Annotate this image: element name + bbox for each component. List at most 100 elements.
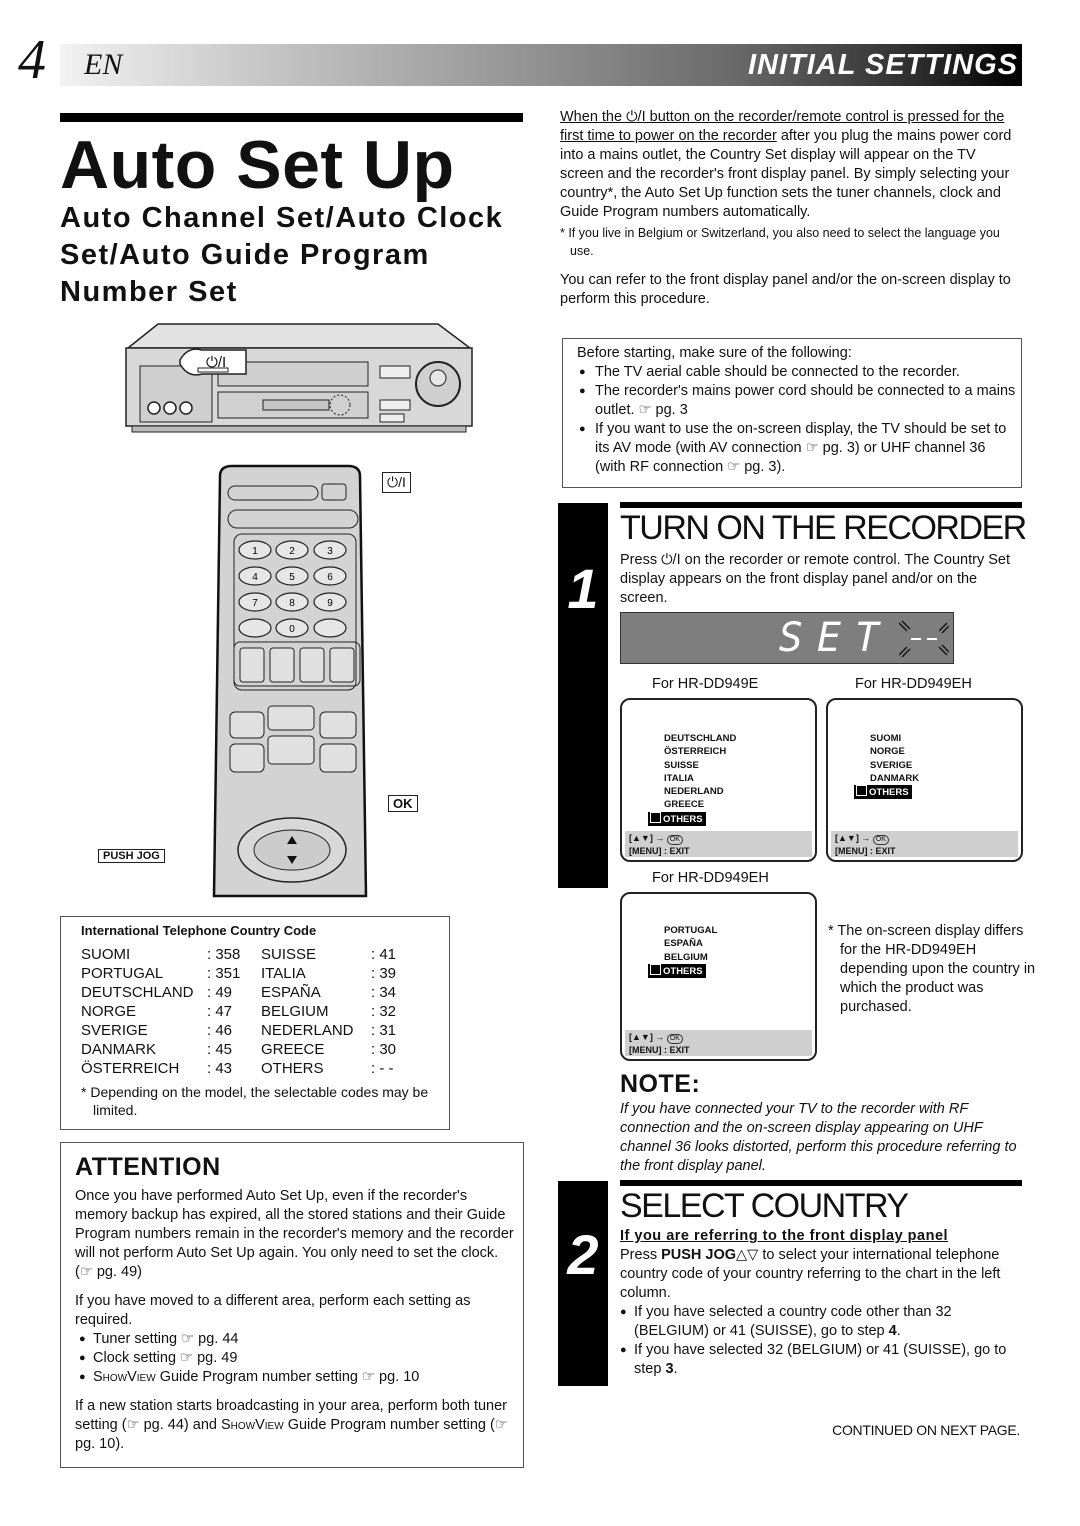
title-rule — [60, 113, 523, 122]
step-2-instruction: Press PUSH JOG△▽ to select your internat… — [620, 1247, 1001, 1301]
country-name: ÖSTERREICH — [81, 1060, 180, 1077]
osd-country-list: SUOMI NORGE SVERIGE DANMARK OTHERS — [854, 732, 919, 800]
svg-text:9: 9 — [327, 598, 333, 609]
step-2-item: If you have selected a country code othe… — [620, 1303, 1022, 1341]
step-1-text: Press ⏻/I on the recorder or remote cont… — [620, 552, 1010, 606]
osd-screen-3: PORTUGAL ESPAÑA BELGIUM OTHERS [▲▼] → OK… — [620, 892, 817, 1061]
attention-item: Clock setting ☞ pg. 49 — [75, 1349, 515, 1368]
before-starting-list: The TV aerial cable should be connected … — [577, 363, 1017, 477]
attention-item: ShowView Guide Program number setting ☞ … — [75, 1368, 515, 1387]
country-code-row: PORTUGAL: 351 ITALIA: 39 — [81, 964, 396, 983]
step-2-subheading: If you are referring to the front displa… — [620, 1228, 949, 1244]
svg-text:6: 6 — [327, 572, 333, 583]
osd-country-list: DEUTSCHLAND ÖSTERREICH SUISSE ITALIA NED… — [648, 732, 736, 827]
vcr-illustration — [125, 323, 473, 433]
osd-label-2: For HR-DD949EH — [855, 676, 972, 692]
osd-screen-1: DEUTSCHLAND ÖSTERREICH SUISSE ITALIA NED… — [620, 698, 817, 862]
svg-text:1: 1 — [252, 546, 258, 557]
country-code: : 39 — [371, 965, 397, 982]
country-code: : 32 — [371, 1003, 397, 1020]
push-jog-term: PUSH JOG — [661, 1247, 737, 1263]
note-text: If you have connected your TV to the rec… — [620, 1101, 1017, 1174]
svg-text:2: 2 — [289, 546, 295, 557]
country-code: : 41 — [371, 946, 397, 963]
osd-country: PORTUGAL — [664, 925, 718, 936]
country-code-heading: International Telephone Country Code — [81, 923, 317, 938]
osd-selected-item[interactable]: OTHERS — [854, 785, 912, 800]
step-2-text: If you are referring to the front displa… — [620, 1227, 1022, 1379]
country-name: DEUTSCHLAND — [81, 984, 194, 1001]
page-language: EN — [84, 48, 123, 81]
pointer-icon — [856, 785, 867, 797]
osd-footer: [▲▼] → OK [MENU] : EXIT — [625, 831, 812, 857]
country-code: : 351 — [207, 965, 241, 982]
push-jog-callout: PUSH JOG — [98, 849, 165, 863]
step-1-title: TURN ON THE RECORDER — [620, 509, 1027, 547]
osd-country-list: PORTUGAL ESPAÑA BELGIUM OTHERS — [648, 924, 718, 979]
page-title: Auto Set Up — [60, 127, 455, 203]
country-name: SVERIGE — [81, 1022, 148, 1039]
country-code: : 34 — [371, 984, 397, 1001]
attention-para-1: Once you have performed Auto Set Up, eve… — [75, 1188, 514, 1280]
osd-country: SUISSE — [664, 759, 699, 771]
showview-term: ShowView — [93, 1369, 156, 1385]
step-2-bar: 2 — [558, 1181, 608, 1386]
checklist-item: The TV aerial cable should be connected … — [577, 363, 1017, 382]
country-code: : 358 — [207, 946, 241, 963]
lcd-blink-indicator — [898, 620, 949, 658]
ok-icon: OK — [872, 835, 889, 845]
attention-list: Tuner setting ☞ pg. 44 Clock setting ☞ p… — [75, 1330, 515, 1387]
country-code-table: SUOMI: 358 SUISSE: 41 PORTUGAL: 351 ITALIA:… — [81, 945, 396, 1078]
country-name: ITALIA — [261, 965, 306, 982]
country-code: : 46 — [207, 1022, 233, 1039]
osd-country: ÖSTERREICH — [664, 746, 727, 758]
osd-footer: [▲▼] → OK [MENU] : EXIT — [625, 1030, 812, 1056]
svg-text:0: 0 — [289, 624, 295, 635]
remote-power-callout: ⏻/I — [382, 472, 411, 493]
step-2-list: If you have selected a country code othe… — [620, 1303, 1022, 1379]
step-2-number: 2 — [567, 1223, 599, 1286]
country-code-row: DEUTSCHLAND: 49 ESPAÑA: 34 — [81, 983, 396, 1002]
osd-screen-2: SUOMI NORGE SVERIGE DANMARK OTHERS [▲▼] … — [826, 698, 1023, 862]
checklist-item: If you want to use the on-screen display… — [577, 420, 1017, 477]
country-name: NEDERLAND — [261, 1022, 354, 1039]
osd-country: SUOMI — [870, 733, 902, 744]
osd-country: ITALIA — [664, 772, 694, 784]
svg-text:3: 3 — [327, 546, 333, 557]
country-name: NORGE — [81, 1003, 137, 1020]
country-code: : 31 — [371, 1022, 397, 1039]
remote-illustration: 1 2 3 4 5 6 7 8 9 0 — [212, 464, 368, 898]
intro-para-2: You can refer to the front display panel… — [560, 272, 1011, 307]
svg-text:4: 4 — [252, 572, 258, 583]
osd-selected-item[interactable]: OTHERS — [648, 811, 706, 827]
step-2-item: If you have selected 32 (BELGIUM) or 41 … — [620, 1341, 1022, 1379]
country-name: BELGIUM — [261, 1003, 329, 1020]
intro-text: When the ⏻/I button on the recorder/remo… — [560, 108, 1022, 309]
attention-heading: ATTENTION — [75, 1153, 221, 1181]
country-name: DANMARK — [81, 1041, 157, 1058]
svg-text:7: 7 — [252, 598, 258, 609]
osd-selected-item[interactable]: OTHERS — [648, 963, 706, 979]
country-code-row: SUOMI : 358 SUISSE : 41 — [81, 945, 396, 964]
before-starting-heading: Before starting, make sure of the follow… — [577, 345, 852, 361]
attention-item: Tuner setting ☞ pg. 44 — [75, 1330, 515, 1349]
intro-footnote: * If you live in Belgium or Switzerland,… — [560, 226, 1000, 258]
svg-text:5: 5 — [289, 572, 295, 583]
checklist-item: The recorder's mains power cord should b… — [577, 382, 1017, 420]
ok-icon: OK — [666, 1034, 683, 1044]
country-code: : - - — [371, 1060, 394, 1077]
osd-country: BELGIUM — [664, 951, 708, 963]
country-code-box: International Telephone Country Code SUO… — [60, 916, 450, 1130]
country-code: : 49 — [207, 984, 233, 1001]
page-subtitle: Auto Channel Set/Auto Clock Set/Auto Gui… — [60, 202, 504, 308]
showview-term: ShowView — [221, 1417, 284, 1433]
osd-label-1: For HR-DD949E — [652, 676, 759, 692]
attention-box: ATTENTION Once you have performed Auto S… — [60, 1142, 524, 1468]
country-code-row: DANMARK: 45 GREECE: 30 — [81, 1040, 396, 1059]
pointer-icon — [650, 811, 661, 823]
osd-country: NORGE — [870, 746, 905, 758]
country-name: SUOMI — [81, 946, 131, 963]
vcr-power-callout: ⏻/I — [206, 354, 227, 371]
front-display-panel: SET — [620, 612, 954, 664]
country-name: SUISSE — [261, 946, 317, 963]
